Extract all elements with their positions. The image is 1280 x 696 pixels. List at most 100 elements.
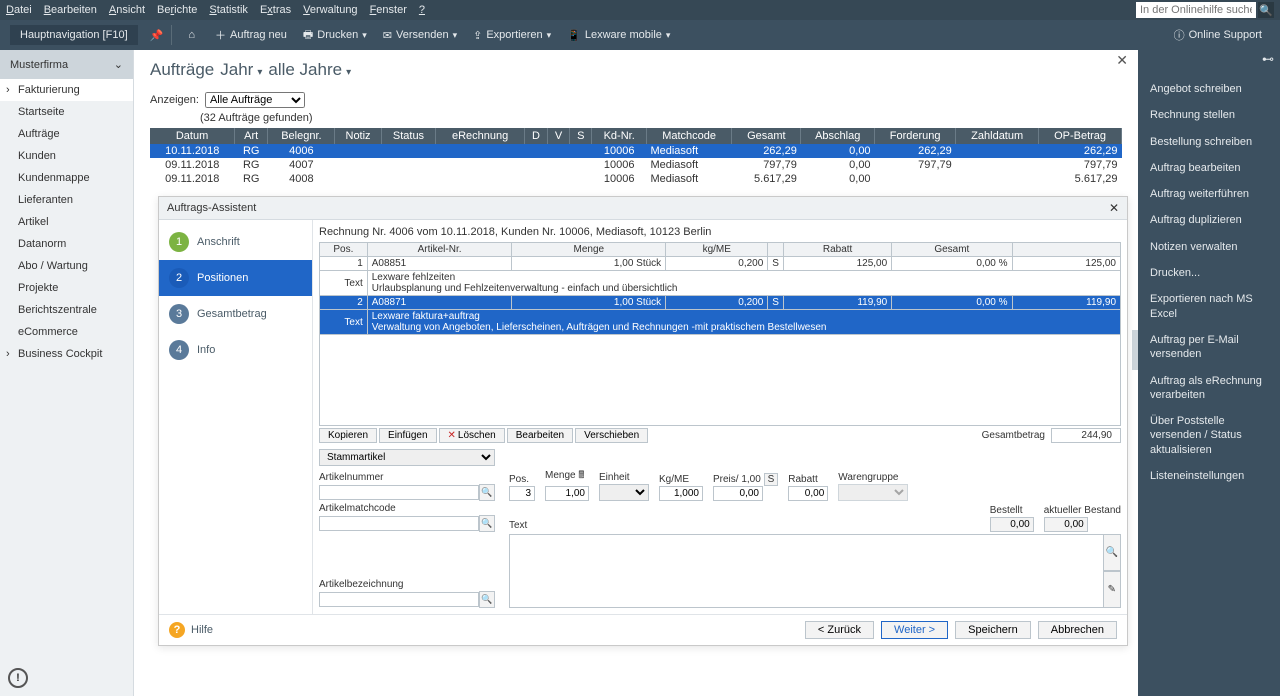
artikelbezeichnung-search-icon[interactable]: 🔍 <box>479 591 495 608</box>
action-drucken---[interactable]: Drucken... <box>1138 260 1280 286</box>
main-navigation-label[interactable]: Hauptnavigation [F10] <box>10 25 138 45</box>
orders-col-art[interactable]: Art <box>235 128 268 144</box>
sidebar-item-startseite[interactable]: Startseite <box>0 101 133 123</box>
action-bestellung-schreiben[interactable]: Bestellung schreiben <box>1138 129 1280 155</box>
pos-col[interactable]: Rabatt <box>783 243 891 257</box>
action--ber-poststelle-versende[interactable]: Über Poststelle versenden / Status aktua… <box>1138 408 1280 463</box>
close-icon[interactable]: ✕ <box>1116 52 1128 69</box>
action-notizen-verwalten[interactable]: Notizen verwalten <box>1138 234 1280 260</box>
orders-col-zahldatum[interactable]: Zahldatum <box>956 128 1039 144</box>
sidebar-item-kunden[interactable]: Kunden <box>0 145 133 167</box>
action-auftrag-duplizieren[interactable]: Auftrag duplizieren <box>1138 207 1280 233</box>
orders-col-gesamt[interactable]: Gesamt <box>732 128 801 144</box>
sidebar-item-ecommerce[interactable]: eCommerce <box>0 321 133 343</box>
edit-button[interactable]: Bearbeiten <box>507 428 573 443</box>
pos-col[interactable] <box>1012 243 1121 257</box>
pos-col[interactable]: Pos. <box>320 243 368 257</box>
action-listeneinstellungen[interactable]: Listeneinstellungen <box>1138 463 1280 489</box>
kgme-input[interactable] <box>659 486 703 501</box>
sidebar-item-kundenmappe[interactable]: Kundenmappe <box>0 167 133 189</box>
calc-icon[interactable]: 🖩 <box>578 470 584 481</box>
orders-col-s[interactable]: S <box>570 128 592 144</box>
orders-col-notiz[interactable]: Notiz <box>335 128 381 144</box>
wizard-step-info[interactable]: 4Info <box>159 332 312 368</box>
orders-col-status[interactable]: Status <box>381 128 436 144</box>
pos-col[interactable]: Menge <box>512 243 666 257</box>
sidebar-item-abowartung[interactable]: Abo / Wartung <box>0 255 133 277</box>
position-text-row[interactable]: TextLexware fehlzeitenUrlaubsplanung und… <box>320 271 1121 296</box>
copy-button[interactable]: Kopieren <box>319 428 377 443</box>
artikelnummer-input[interactable] <box>319 485 479 500</box>
position-row[interactable]: 1A088511,00 Stück0,200S125,000,00 %125,0… <box>320 257 1121 271</box>
orders-col-opbetrag[interactable]: OP-Betrag <box>1039 128 1122 144</box>
sidebar-item-lieferanten[interactable]: Lieferanten <box>0 189 133 211</box>
action-auftrag-als-erechnung-ve[interactable]: Auftrag als eRechnung verarbeiten <box>1138 368 1280 409</box>
send-button[interactable]: ✉Versenden <box>375 29 465 42</box>
action-rechnung-stellen[interactable]: Rechnung stellen <box>1138 102 1280 128</box>
sidebar-item-projekte[interactable]: Projekte <box>0 277 133 299</box>
stammartikel-select[interactable]: Stammartikel <box>319 449 495 466</box>
home-button[interactable]: ⌂ <box>180 29 207 41</box>
action-auftrag-bearbeiten[interactable]: Auftrag bearbeiten <box>1138 155 1280 181</box>
menu-berichte[interactable]: Berichte <box>157 4 197 16</box>
artikelnummer-search-icon[interactable]: 🔍 <box>479 484 495 501</box>
filter-select[interactable]: Alle Aufträge <box>205 92 305 108</box>
action-auftrag-per-e-mail-verse[interactable]: Auftrag per E-Mail versenden <box>1138 327 1280 368</box>
back-button[interactable]: < Zurück <box>805 621 874 639</box>
pos-input[interactable] <box>509 486 535 501</box>
wizard-close-icon[interactable]: ✕ <box>1109 201 1119 215</box>
export-button[interactable]: ⇪Exportieren <box>465 29 559 42</box>
mobile-button[interactable]: 📱Lexware mobile <box>559 29 678 42</box>
positions-empty-area[interactable] <box>319 335 1121 426</box>
move-button[interactable]: Verschieben <box>575 428 648 443</box>
sidebar-item-fakturierung[interactable]: Fakturierung <box>0 79 133 101</box>
panel-handle[interactable] <box>1132 330 1138 370</box>
table-row[interactable]: 09.11.2018RG400710006Mediasoft797,790,00… <box>150 158 1122 172</box>
paste-button[interactable]: Einfügen <box>379 428 436 443</box>
company-header[interactable]: Musterfirma⌄ <box>0 50 133 79</box>
orders-col-forderung[interactable]: Forderung <box>875 128 956 144</box>
pos-col[interactable]: Gesamt <box>892 243 1012 257</box>
orders-col-abschlag[interactable]: Abschlag <box>801 128 875 144</box>
menu-statistik[interactable]: Statistik <box>209 4 248 16</box>
orders-col-matchcode[interactable]: Matchcode <box>646 128 731 144</box>
help-search-button[interactable]: 🔍 <box>1258 2 1274 18</box>
cancel-button[interactable]: Abbrechen <box>1038 621 1117 639</box>
pos-col[interactable]: kg/ME <box>666 243 768 257</box>
menu-help[interactable]: ? <box>419 4 425 16</box>
position-row[interactable]: 2A088711,00 Stück0,200S119,900,00 %119,9… <box>320 296 1121 310</box>
text-pen-icon[interactable]: ✎ <box>1104 571 1121 608</box>
table-row[interactable]: 09.11.2018RG400810006Mediasoft5.617,290,… <box>150 172 1122 186</box>
pin-icon[interactable]: 📌 <box>150 29 164 42</box>
alert-icon[interactable]: ! <box>8 668 28 688</box>
menu-fenster[interactable]: Fenster <box>370 4 407 16</box>
artikelbezeichnung-input[interactable] <box>319 592 479 607</box>
help-link[interactable]: ?Hilfe <box>169 622 213 638</box>
sidebar-item-businesscockpit[interactable]: Business Cockpit <box>0 343 133 365</box>
save-button[interactable]: Speichern <box>955 621 1031 639</box>
action-angebot-schreiben[interactable]: Angebot schreiben <box>1138 76 1280 102</box>
action-auftrag-weiterf-hren[interactable]: Auftrag weiterführen <box>1138 181 1280 207</box>
table-row[interactable]: 10.11.2018RG400610006Mediasoft262,290,00… <box>150 144 1122 158</box>
menu-extras[interactable]: Extras <box>260 4 291 16</box>
delete-button[interactable]: ✕Löschen <box>439 428 505 443</box>
sidebar-item-datanorm[interactable]: Datanorm <box>0 233 133 255</box>
einheit-select[interactable] <box>599 484 649 501</box>
text-zoom-icon[interactable]: 🔍 <box>1104 534 1121 571</box>
rabatt-input[interactable] <box>788 486 828 501</box>
wizard-step-anschrift[interactable]: 1Anschrift <box>159 224 312 260</box>
orders-col-kdnr[interactable]: Kd-Nr. <box>592 128 647 144</box>
orders-col-d[interactable]: D <box>524 128 547 144</box>
orders-col-belegnr[interactable]: Belegnr. <box>268 128 335 144</box>
online-support-button[interactable]: ⓘOnline Support <box>1166 27 1270 43</box>
next-button[interactable]: Weiter > <box>881 621 948 639</box>
artikelmatchcode-search-icon[interactable]: 🔍 <box>479 515 495 532</box>
print-button[interactable]: 🖶Drucken <box>295 26 375 45</box>
sidebar-item-berichtszentrale[interactable]: Berichtszentrale <box>0 299 133 321</box>
unpin-icon[interactable]: ⊷ <box>1262 52 1274 66</box>
orders-col-datum[interactable]: Datum <box>150 128 235 144</box>
help-search-input[interactable] <box>1136 2 1256 18</box>
artikelmatchcode-input[interactable] <box>319 516 479 531</box>
new-order-button[interactable]: ＋Auftrag neu <box>207 27 295 43</box>
preis-input[interactable] <box>713 486 763 501</box>
